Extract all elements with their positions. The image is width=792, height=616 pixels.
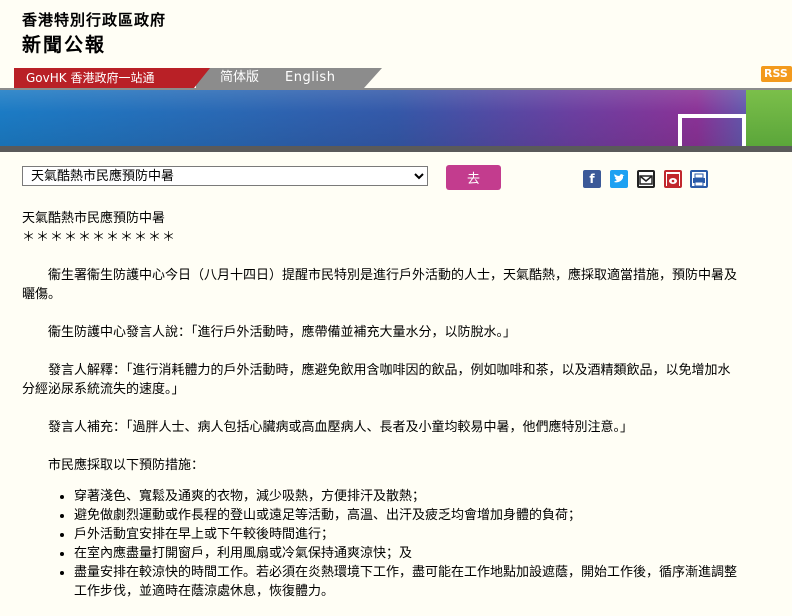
list-item: 避免做劇烈運動或作長程的登山或遠足等活動，高溫、出汗及疲乏均會增加身體的負荷；	[74, 506, 742, 525]
banner-divider	[0, 146, 792, 152]
go-button[interactable]: 去	[446, 165, 501, 190]
header: 香港特別行政區政府 新聞公報	[0, 0, 792, 68]
article-title: 天氣酷熱市民應預防中暑	[22, 211, 166, 226]
paragraph: 衞生署衞生防護中心今日（八月十四日）提醒市民特別是進行戶外活動的人士，天氣酷熱，…	[22, 268, 738, 302]
govhk-link[interactable]: GovHK 香港政府一站通	[14, 68, 194, 88]
banner-frame-graphic	[678, 114, 746, 146]
list-item: 盡量安排在較涼快的時間工作。若必須在炎熱環境下工作，盡可能在工作地點加設遮蔭，開…	[74, 563, 742, 601]
site-title: 香港特別行政區政府	[22, 11, 167, 29]
paragraph: 發言人解釋：「進行消耗體力的戶外活動時，應避免飲用含咖啡因的飲品，例如咖啡和茶，…	[22, 363, 731, 397]
article-body: 天氣酷熱市民應預防中暑 ＊＊＊＊＊＊＊＊＊＊＊ 衞生署衞生防護中心今日（八月十四…	[22, 209, 742, 601]
banner-green-block	[746, 90, 792, 146]
measures-list: 穿著淺色、寬鬆及通爽的衣物，減少吸熱，方便排汗及散熱； 避免做劇烈運動或作長程的…	[22, 487, 742, 601]
english-link[interactable]: English	[285, 68, 335, 88]
facebook-icon[interactable]: f	[583, 170, 601, 188]
list-item: 穿著淺色、寬鬆及通爽的衣物，減少吸熱，方便排汗及散熱；	[74, 487, 742, 506]
banner	[0, 90, 792, 146]
paragraph: 市民應採取以下預防措施：	[48, 458, 205, 473]
govhk-tab-tail	[194, 68, 210, 88]
site-subtitle: 新聞公報	[22, 34, 107, 56]
article-divider-stars: ＊＊＊＊＊＊＊＊＊＊＊	[22, 230, 177, 245]
nav-strip-tail	[364, 68, 382, 88]
list-item: 在室內應盡量打開窗戶，利用風扇或冷氣保持通爽涼快；及	[74, 544, 742, 563]
list-item: 戶外活動宜安排在早上或下午較後時間進行；	[74, 525, 742, 544]
paragraph: 衞生防護中心發言人說：「進行戶外活動時，應帶備並補充大量水分，以防脫水。」	[48, 325, 517, 340]
email-icon[interactable]	[637, 170, 655, 188]
twitter-icon[interactable]	[610, 170, 628, 188]
rss-icon[interactable]: RSS	[761, 66, 792, 82]
weibo-icon[interactable]	[664, 170, 682, 188]
simplified-chinese-link[interactable]: 简体版	[220, 68, 259, 88]
paragraph: 發言人補充：「過胖人士、病人包括心臟病或高血壓病人、長者及小童均較易中暑，他們應…	[48, 420, 634, 435]
article-select[interactable]: 天氣酷熱市民應預防中暑	[22, 166, 428, 186]
print-icon[interactable]	[690, 170, 708, 188]
